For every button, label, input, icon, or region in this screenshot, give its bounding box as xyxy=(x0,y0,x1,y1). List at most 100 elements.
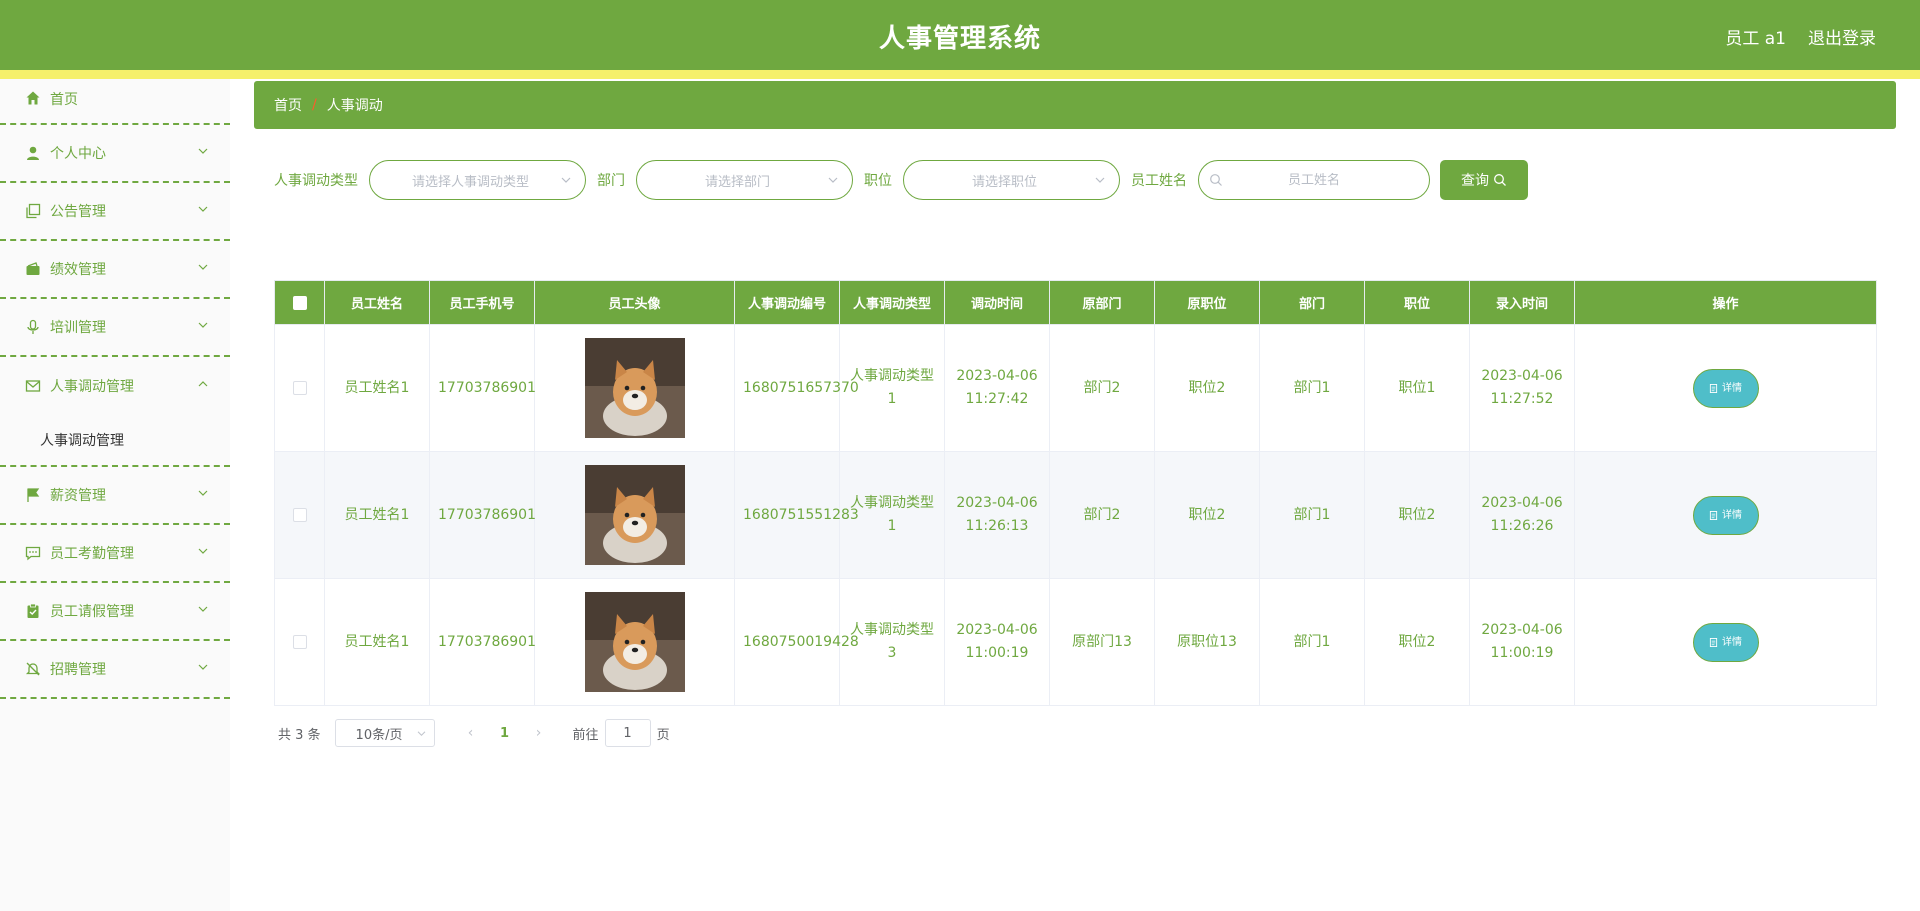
current-user: 员工 a1 xyxy=(1725,29,1786,49)
actions-cell: 详情 xyxy=(1574,578,1877,706)
bell-off-icon xyxy=(24,660,42,678)
page-size-select[interactable]: 10条/页 xyxy=(334,719,435,747)
page-number[interactable]: 1 xyxy=(485,726,525,741)
detail-button[interactable]: 详情 xyxy=(1692,622,1759,662)
created-time-cell: 2023-04-06 11:26:26 xyxy=(1469,451,1575,579)
row-select-cell xyxy=(274,578,325,706)
sidebar-item-notice[interactable]: 公告管理 xyxy=(0,183,230,241)
column-header: 员工姓名 xyxy=(324,280,430,325)
sidebar-item-leave[interactable]: 员工请假管理 xyxy=(0,583,230,641)
old-position-cell: 原职位13 xyxy=(1154,578,1260,706)
page-unit-label: 页 xyxy=(656,727,670,743)
mail-icon xyxy=(24,377,42,395)
employee-name-field xyxy=(1198,160,1430,200)
breadcrumb-current: 人事调动 xyxy=(326,98,383,114)
row-checkbox[interactable] xyxy=(292,380,307,395)
copy-icon xyxy=(24,202,42,220)
department-placeholder: 请选择部门 xyxy=(704,174,770,190)
sidebar-item-salary[interactable]: 薪资管理 xyxy=(0,467,230,525)
row-select-cell xyxy=(274,324,325,452)
query-button[interactable]: 查询 xyxy=(1440,160,1528,200)
employee-name-label: 员工姓名 xyxy=(1131,173,1187,189)
logout-link[interactable]: 退出登录 xyxy=(1808,24,1876,49)
detail-button[interactable]: 详情 xyxy=(1692,368,1759,408)
employee-name-cell: 员工姓名1 xyxy=(324,578,430,706)
column-header: 原职位 xyxy=(1154,280,1260,325)
detail-button-label: 详情 xyxy=(1722,509,1742,521)
position-cell: 职位2 xyxy=(1364,451,1470,579)
top-header: 人事管理系统 员工 a1 退出登录 xyxy=(0,0,1920,70)
sidebar-item-home[interactable]: 首页 xyxy=(0,79,230,125)
sidebar-item-label: 人事调动管理 xyxy=(50,379,134,395)
detail-button-label: 详情 xyxy=(1722,382,1742,394)
department-cell: 部门1 xyxy=(1259,451,1365,579)
breadcrumb-separator: / xyxy=(312,97,317,113)
user-icon xyxy=(24,144,42,162)
employee-name-cell: 员工姓名1 xyxy=(324,451,430,579)
employee-avatar-cell xyxy=(534,578,735,706)
wallet-icon xyxy=(24,260,42,278)
employee-name-input[interactable] xyxy=(1229,172,1399,188)
chevron-down-icon xyxy=(198,264,208,270)
department-cell: 部门1 xyxy=(1259,578,1365,706)
created-time-cell: 2023-04-06 11:00:19 xyxy=(1469,578,1575,706)
sidebar-item-label: 薪资管理 xyxy=(50,488,106,504)
header-stripe xyxy=(0,70,1920,79)
column-header: 操作 xyxy=(1574,280,1877,325)
sidebar-item-label: 员工请假管理 xyxy=(50,604,134,620)
row-checkbox[interactable] xyxy=(292,634,307,649)
breadcrumb-home[interactable]: 首页 xyxy=(274,95,302,115)
document-icon xyxy=(1709,510,1718,520)
chevron-down-icon xyxy=(828,177,838,183)
sidebar-subitem-transfer-management[interactable]: 人事调动管理 xyxy=(0,415,230,465)
department-select[interactable]: 请选择部门 xyxy=(636,160,853,200)
column-header: 人事调动编号 xyxy=(734,280,840,325)
sidebar-item-label: 招聘管理 xyxy=(50,662,106,678)
transfer-type-placeholder: 请选择人事调动类型 xyxy=(411,174,529,190)
column-header: 职位 xyxy=(1364,280,1470,325)
employee-avatar[interactable] xyxy=(584,465,685,565)
column-header: 员工头像 xyxy=(534,280,735,325)
page-jump-input[interactable] xyxy=(604,719,651,747)
detail-button[interactable]: 详情 xyxy=(1692,495,1759,535)
page-size-value: 10条/页 xyxy=(355,727,403,743)
sidebar-item-label: 公告管理 xyxy=(50,204,106,220)
employee-avatar[interactable] xyxy=(584,338,685,438)
employee-phone-cell: 17703786901 xyxy=(429,451,536,579)
column-header: 调动时间 xyxy=(944,280,1050,325)
employee-avatar[interactable] xyxy=(584,592,685,692)
old-department-cell: 原部门13 xyxy=(1049,578,1155,706)
position-cell: 职位1 xyxy=(1364,324,1470,452)
actions-cell: 详情 xyxy=(1574,451,1877,579)
old-position-cell: 职位2 xyxy=(1154,451,1260,579)
next-page-button[interactable]: › xyxy=(525,725,553,741)
row-select-cell xyxy=(274,451,325,579)
prev-page-button[interactable]: ‹ xyxy=(457,725,485,741)
chevron-down-icon xyxy=(561,177,571,183)
chevron-down-icon xyxy=(198,206,208,212)
row-checkbox[interactable] xyxy=(292,507,307,522)
position-label: 职位 xyxy=(864,173,892,189)
column-header: 部门 xyxy=(1259,280,1365,325)
transfer-type-select[interactable]: 请选择人事调动类型 xyxy=(369,160,586,200)
sidebar-item-label: 绩效管理 xyxy=(50,262,106,278)
sidebar-item-label: 首页 xyxy=(50,92,78,108)
select-all-checkbox[interactable] xyxy=(292,295,307,310)
old-department-cell: 部门2 xyxy=(1049,451,1155,579)
sidebar-item-recruitment[interactable]: 招聘管理 xyxy=(0,641,230,699)
detail-button-label: 详情 xyxy=(1722,636,1742,648)
chevron-down-icon xyxy=(198,148,208,154)
transfer-type-label: 人事调动类型 xyxy=(274,173,358,189)
query-button-label: 查询 xyxy=(1461,173,1489,189)
employee-phone-cell: 17703786901 xyxy=(429,324,536,452)
old-position-cell: 职位2 xyxy=(1154,324,1260,452)
sidebar-item-performance[interactable]: 绩效管理 xyxy=(0,241,230,299)
flag-icon xyxy=(24,486,42,504)
chevron-down-icon xyxy=(198,490,208,496)
document-icon xyxy=(1709,383,1718,393)
sidebar-item-profile[interactable]: 个人中心 xyxy=(0,125,230,183)
sidebar-item-attendance[interactable]: 员工考勤管理 xyxy=(0,525,230,583)
position-select[interactable]: 请选择职位 xyxy=(903,160,1120,200)
sidebar-item-transfer[interactable]: 人事调动管理 xyxy=(0,357,230,415)
sidebar-item-training[interactable]: 培训管理 xyxy=(0,299,230,357)
